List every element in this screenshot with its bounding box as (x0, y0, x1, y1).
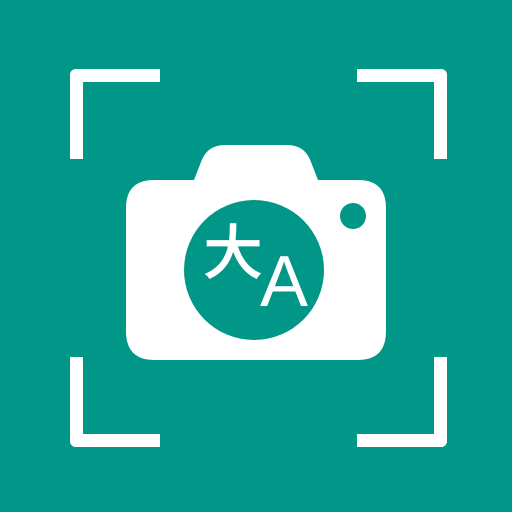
translate-icon-latin-glyph: A (259, 242, 309, 322)
app-icon: 大 A (0, 0, 512, 512)
camera-flash-icon (340, 203, 366, 229)
